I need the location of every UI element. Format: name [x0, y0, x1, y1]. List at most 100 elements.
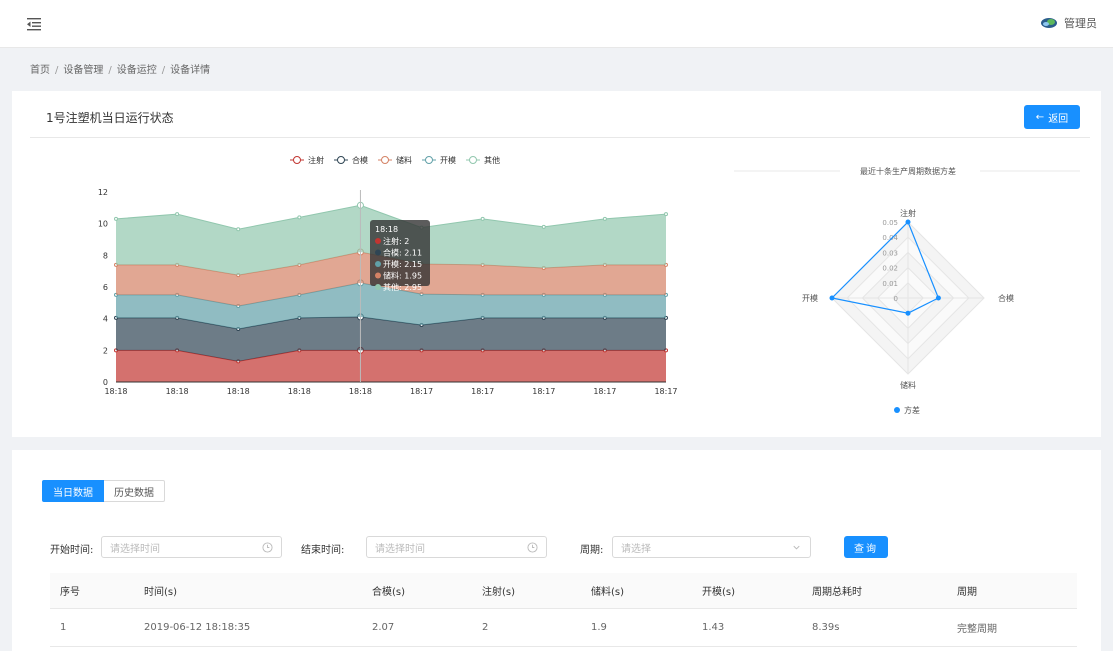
y-tick-label: 12	[98, 188, 108, 197]
tab-history-data[interactable]: 历史数据	[104, 480, 165, 502]
start-time-label: 开始时间:	[50, 545, 94, 556]
charts-layer: 0 2 4 6 8 10 12 18:18 18:18 18:18 18:18 18:18 18:17 1…	[98, 155, 1080, 415]
data-point	[175, 212, 180, 217]
data-point	[541, 224, 546, 229]
y-tick-label: 0	[103, 378, 108, 387]
data-tabs: 当日数据 历史数据	[42, 480, 165, 502]
data-point	[236, 227, 241, 232]
legend-marker	[293, 156, 301, 164]
radar-point	[905, 310, 911, 316]
tooltip-item: 其他: 2.95	[383, 282, 422, 292]
legend-marker	[425, 156, 433, 164]
tooltip-marker	[375, 261, 381, 267]
x-tick-label: 18:18	[166, 387, 189, 396]
y-tick-label: 10	[98, 220, 108, 229]
tooltip-marker	[375, 249, 381, 256]
data-point	[664, 212, 668, 217]
cell-time: 2019-06-12 18:18:35	[144, 622, 251, 633]
end-time-placeholder: 请选择时间	[375, 543, 425, 555]
tooltip-item: 开模: 2.15	[383, 259, 422, 269]
cell-cycle: 完整周期	[957, 624, 997, 635]
radar-legend-marker	[894, 407, 900, 413]
y-tick-label: 4	[103, 315, 108, 324]
radar-indicator-label: 开模	[802, 293, 818, 303]
legend-marker	[469, 156, 477, 164]
cell-index: 1	[60, 622, 67, 633]
end-time-label: 结束时间:	[301, 545, 345, 556]
col-index: 序号	[60, 587, 80, 598]
x-tick-label: 18:18	[104, 387, 127, 396]
col-cycle: 周期	[957, 587, 977, 598]
col-time: 时间(s)	[144, 587, 178, 598]
x-tick-label: 18:18	[349, 387, 372, 396]
chevron-down-icon	[793, 545, 800, 550]
radar-indicator-label: 注射	[900, 208, 916, 218]
legend-marker	[337, 156, 345, 164]
x-tick-label: 18:18	[288, 387, 311, 396]
cell-inject: 2	[482, 622, 489, 633]
period-label: 周期:	[580, 545, 604, 556]
table-header: 序号 时间(s) 合模(s) 注射(s) 储料(s) 开模(s) 周期总耗时 周…	[50, 573, 1077, 609]
start-time-input[interactable]: 请选择时间	[101, 536, 282, 558]
tooltip-item: 注射: 2	[383, 236, 409, 246]
data-point	[114, 216, 118, 221]
radar-tick-label: 0.02	[882, 265, 898, 273]
radar-indicator-label: 储料	[900, 380, 916, 390]
radar-tick-label: 0	[894, 295, 898, 303]
legend-label: 合模	[352, 155, 368, 165]
clock-icon	[262, 542, 273, 553]
radar-tick-label: 0.04	[882, 234, 898, 242]
radar-tick-label: 0.03	[882, 249, 898, 257]
query-button[interactable]: 查询	[844, 536, 888, 558]
tooltip-marker	[375, 272, 381, 279]
tooltip-item: 合模: 2.11	[383, 248, 422, 258]
x-tick-label: 18:17	[593, 387, 616, 396]
data-point	[297, 215, 302, 220]
radar-tick-label: 0.05	[882, 219, 898, 227]
tooltip-marker	[375, 284, 381, 290]
col-open: 开模(s)	[702, 587, 736, 598]
cell-store: 1.9	[591, 622, 607, 633]
x-tick-label: 18:17	[410, 387, 433, 396]
x-tick-label: 18:17	[471, 387, 494, 396]
data-table: 序号 时间(s) 合模(s) 注射(s) 储料(s) 开模(s) 周期总耗时 周…	[50, 573, 1077, 647]
y-tick-label: 8	[103, 251, 108, 260]
data-point	[602, 216, 607, 221]
legend-label: 储料	[396, 155, 412, 165]
table-row[interactable]: 1 2019-06-12 18:18:35 2.07 2 1.9 1.43 8.…	[50, 609, 1077, 647]
radar-title: 最近十条生产周期数据方差	[860, 166, 956, 176]
x-tick-label: 18:17	[532, 387, 555, 396]
y-tick-label: 2	[103, 346, 108, 355]
col-store: 储料(s)	[591, 587, 625, 598]
period-placeholder: 请选择	[621, 543, 651, 555]
end-time-input[interactable]: 请选择时间	[366, 536, 547, 558]
col-clamp: 合模(s)	[372, 587, 406, 598]
legend-label: 其他	[484, 155, 500, 165]
tab-today-data[interactable]: 当日数据	[42, 480, 104, 502]
data-point	[480, 216, 485, 221]
radar-legend-label: 方差	[904, 405, 920, 415]
legend-marker	[381, 156, 389, 164]
tooltip-item: 储料: 1.95	[383, 271, 422, 281]
y-tick-label: 6	[103, 283, 108, 292]
start-time-placeholder: 请选择时间	[110, 543, 160, 555]
area-chart: 0 2 4 6 8 10 12 18:18 18:18 18:18 18:18 18:18 18:17 1…	[98, 155, 678, 396]
cell-clamp: 2.07	[372, 622, 395, 633]
radar-point	[905, 219, 911, 225]
radar-tick-label: 0.01	[882, 280, 898, 288]
area-0	[116, 350, 666, 382]
col-inject: 注射(s)	[482, 587, 516, 598]
period-select[interactable]: 请选择	[612, 536, 811, 558]
cell-cycle-total: 8.39s	[812, 622, 840, 633]
col-cycle-total: 周期总耗时	[812, 587, 862, 598]
radar-point	[935, 295, 941, 301]
radar-point	[829, 295, 835, 301]
tooltip-marker	[375, 238, 381, 244]
x-tick-label: 18:18	[227, 387, 250, 396]
legend-label: 开模	[440, 155, 456, 165]
data-panel: 当日数据 历史数据 开始时间: 请选择时间 结束时间: 请选择时间 周期: 请选…	[12, 450, 1101, 651]
cell-open: 1.43	[702, 622, 725, 633]
radar-indicator-label: 合模	[998, 293, 1014, 303]
tooltip-title: 18:18	[375, 225, 398, 234]
radar-chart: 最近十条生产周期数据方差 0 0.01 0.02 0.03 0.04 0.05注射合模储料 开…	[734, 166, 1080, 415]
